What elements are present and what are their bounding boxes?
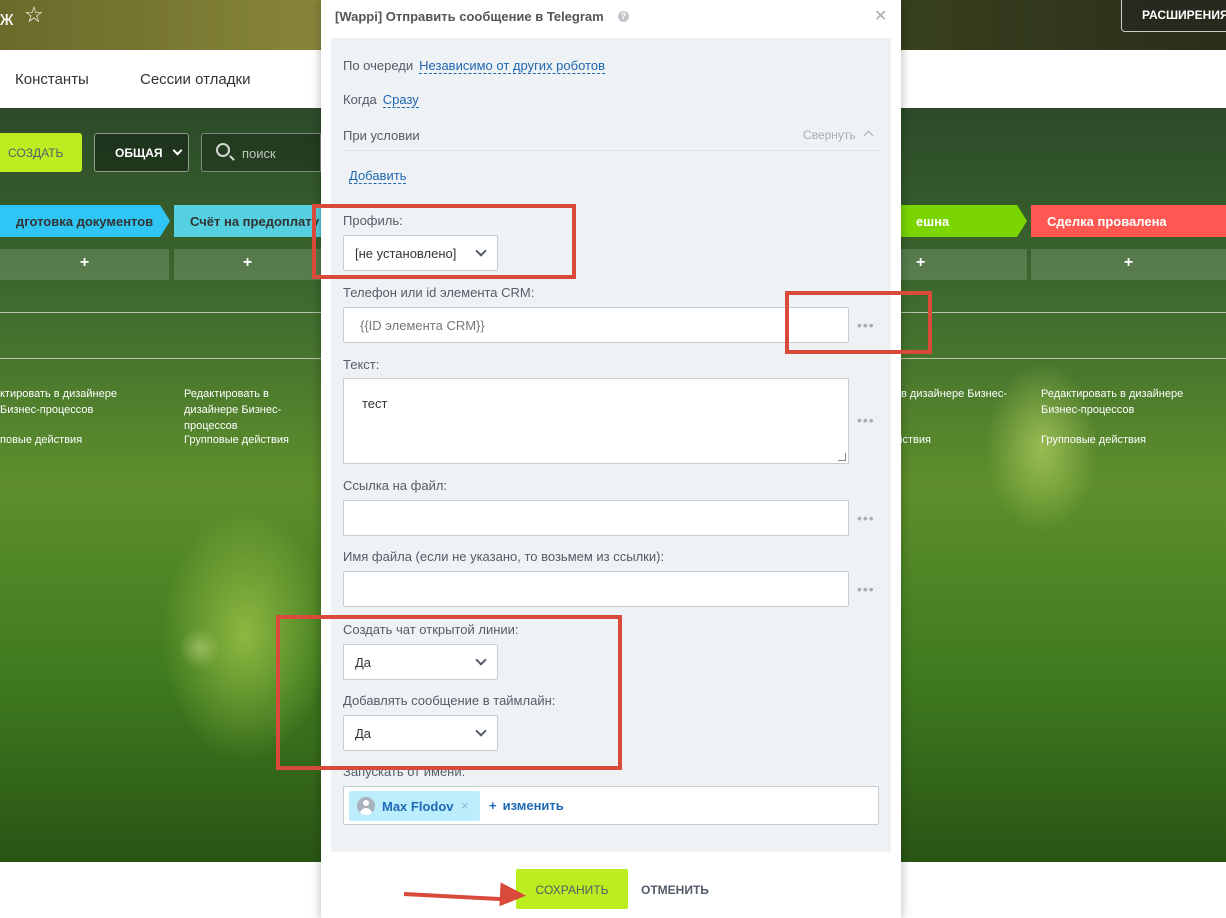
chevron-down-icon [172,145,183,156]
close-icon[interactable]: ✕ [874,6,887,26]
file-name-label: Имя файла (если не указано, то возьмем и… [343,549,665,564]
phone-label: Телефон или id элемента CRM: [343,285,535,300]
highlight-profile-box [312,204,576,279]
user-name: Max Flodov [382,799,454,814]
robot-settings-dialog: [Wappi] Отправить сообщение в Telegram ?… [321,0,901,918]
stage-deal-failed[interactable]: Сделка провалена [1031,205,1226,237]
edit-in-designer-link[interactable]: Редактировать в дизайнере Бизнес-процесс… [1041,386,1201,418]
more-dots-icon[interactable]: ••• [857,581,875,597]
condition-label: При условии [343,128,420,143]
edit-in-designer-link[interactable]: Редактировать в дизайнере Бизнес-процесс… [184,386,321,434]
stage-prepayment-invoice[interactable]: Счёт на предоплату [174,205,324,237]
page-title: ж [0,8,14,30]
text-field-value: тест [362,396,388,411]
more-dots-icon[interactable]: ••• [857,412,875,428]
edit-in-designer-link[interactable]: ктировать в дизайнере Бизнес-процессов [0,386,150,418]
when-label: Когда [343,92,377,107]
queue-row: По очереди Независимо от других роботов [343,58,605,74]
more-dots-icon[interactable]: ••• [857,510,875,526]
stage-success[interactable]: ешна [900,205,1027,237]
stage-documents[interactable]: дготовка документов [0,205,170,237]
edit-in-designer-link[interactable]: в дизайнере Бизнес- [901,386,1021,402]
group-actions-link[interactable]: Групповые действия [184,432,289,448]
divider [0,358,321,359]
extensions-button[interactable]: РАСШИРЕНИЯ [1121,0,1226,32]
save-button[interactable]: СОХРАНИТЬ [516,869,628,909]
add-robot-button[interactable]: + [0,249,169,280]
dialog-header: [Wappi] Отправить сообщение в Telegram ?… [321,0,901,38]
create-button[interactable]: СОЗДАТЬ [0,133,82,172]
add-robot-button[interactable]: + [1031,249,1226,280]
plus-icon: + [489,798,497,813]
condition-divider [343,150,880,151]
group-actions-link[interactable]: повые действия [0,432,82,448]
run-as-user-selector: Max Flodov × + изменить [343,786,879,825]
general-filter-label: ОБЩАЯ [115,146,163,160]
divider [901,358,1226,359]
add-condition-row: Добавить [349,168,407,184]
star-outline-icon[interactable]: ☆ [24,2,44,28]
highlight-dots-box [785,291,932,354]
add-robot-button[interactable]: + [174,249,321,280]
divider [0,312,321,313]
text-field[interactable]: тест [343,378,849,464]
queue-label: По очереди [343,58,414,73]
group-actions-link[interactable]: Групповые действия [901,432,931,448]
chevron-up-icon [863,130,874,141]
change-user-link[interactable]: + изменить [489,798,564,813]
text-label: Текст: [343,357,380,372]
resize-handle-icon[interactable] [838,453,846,461]
dialog-title: [Wappi] Отправить сообщение в Telegram [335,9,604,24]
add-condition-link[interactable]: Добавить [349,168,407,184]
search-icon [216,143,230,157]
when-row: Когда Сразу [343,92,419,108]
tab-debug-sessions[interactable]: Сессии отладки [140,71,250,88]
search-placeholder: поиск [242,146,276,161]
collapse-link[interactable]: Свернуть [803,128,874,142]
remove-user-icon[interactable]: × [461,798,469,813]
add-robot-button[interactable]: + [900,249,1027,280]
file-url-label: Ссылка на файл: [343,478,448,493]
general-filter-button[interactable]: ОБЩАЯ [94,133,189,172]
file-url-field[interactable] [343,500,849,536]
user-tag[interactable]: Max Flodov × [349,791,480,821]
phone-field[interactable]: {{ID элемента CRM}} [343,307,849,343]
file-name-field[interactable] [343,571,849,607]
help-icon[interactable]: ? [618,11,629,22]
tab-constants[interactable]: Константы [15,71,89,88]
avatar [357,797,375,815]
queue-value-link[interactable]: Независимо от других роботов [419,58,605,74]
change-user-label: изменить [502,798,564,813]
search-input[interactable]: поиск [201,133,321,172]
collapse-label: Свернуть [803,128,856,142]
highlight-options-box [276,615,622,770]
group-actions-link[interactable]: Групповые действия [1041,432,1146,448]
when-value-link[interactable]: Сразу [382,92,419,108]
cancel-button[interactable]: ОТМЕНИТЬ [641,883,709,897]
divider [901,312,1226,313]
arrow-right-icon [499,882,527,908]
